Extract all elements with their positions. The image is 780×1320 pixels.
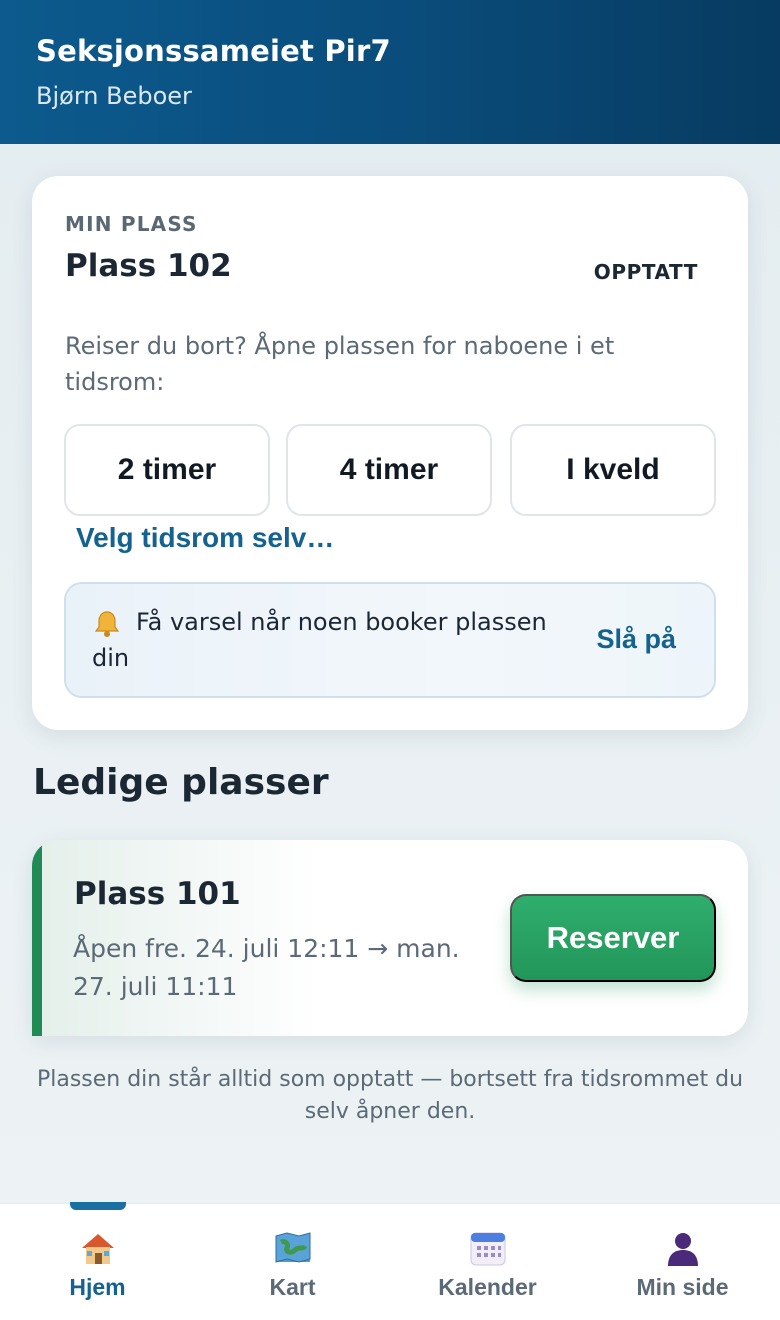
active-tab-indicator [70,1202,126,1210]
available-spot-window: Åpen fre. 24. juli 12:11 → man. 27. juli… [73,934,460,1001]
bottom-tab-bar: Hjem Kart Kalender Min side [0,1202,780,1320]
duration-button-tonight[interactable]: I kveld [510,424,716,516]
my-spot-description: Reiser du bort? Åpne plassen for naboene… [65,332,615,396]
my-spot-card: MIN PLASS Plass 102 OPPTATT Reiser du bo… [32,176,748,730]
map-icon [273,1228,313,1268]
tab-calendar[interactable]: Kalender [390,1204,585,1320]
tab-calendar-label: Kalender [438,1274,537,1300]
person-icon [663,1228,703,1268]
my-spot-name: Plass 102 [65,248,232,284]
enable-notification-button[interactable]: Slå på [596,624,676,655]
custom-timespan-link[interactable]: Velg tidsrom selv… [76,522,334,554]
user-name: Bjørn Beboer [36,82,192,110]
calendar-icon [468,1228,508,1268]
available-spot-card: Plass 101 Åpen fre. 24. juli 12:11 → man… [32,840,748,1036]
availability-accent-bar [32,840,42,1036]
status-badge: OPPTATT [593,260,698,284]
booking-notification-banner: Få varsel når noen booker plassen din Sl… [64,582,716,698]
house-icon [78,1228,118,1268]
app-header: Seksjonssameiet Pir7 Bjørn Beboer [0,0,780,144]
tab-home[interactable]: Hjem [0,1202,195,1320]
footnote: Plassen din står alltid som opptatt — bo… [36,1067,744,1124]
tab-map[interactable]: Kart [195,1204,390,1320]
available-spots-heading: Ledige plasser [33,762,329,803]
association-title: Seksjonssameiet Pir7 [36,34,391,68]
reserve-button[interactable]: Reserver [510,894,716,982]
tab-my-page-label: Min side [636,1274,729,1300]
duration-button-2h[interactable]: 2 timer [64,424,270,516]
tab-home-label: Hjem [69,1274,126,1300]
my-spot-eyebrow: MIN PLASS [65,212,198,236]
available-spot-name: Plass 101 [74,876,241,912]
tab-map-label: Kart [269,1274,316,1300]
tab-my-page[interactable]: Min side [585,1204,780,1320]
duration-button-4h[interactable]: 4 timer [286,424,492,516]
notify-text: Få varsel når noen booker plassen din [92,608,547,672]
